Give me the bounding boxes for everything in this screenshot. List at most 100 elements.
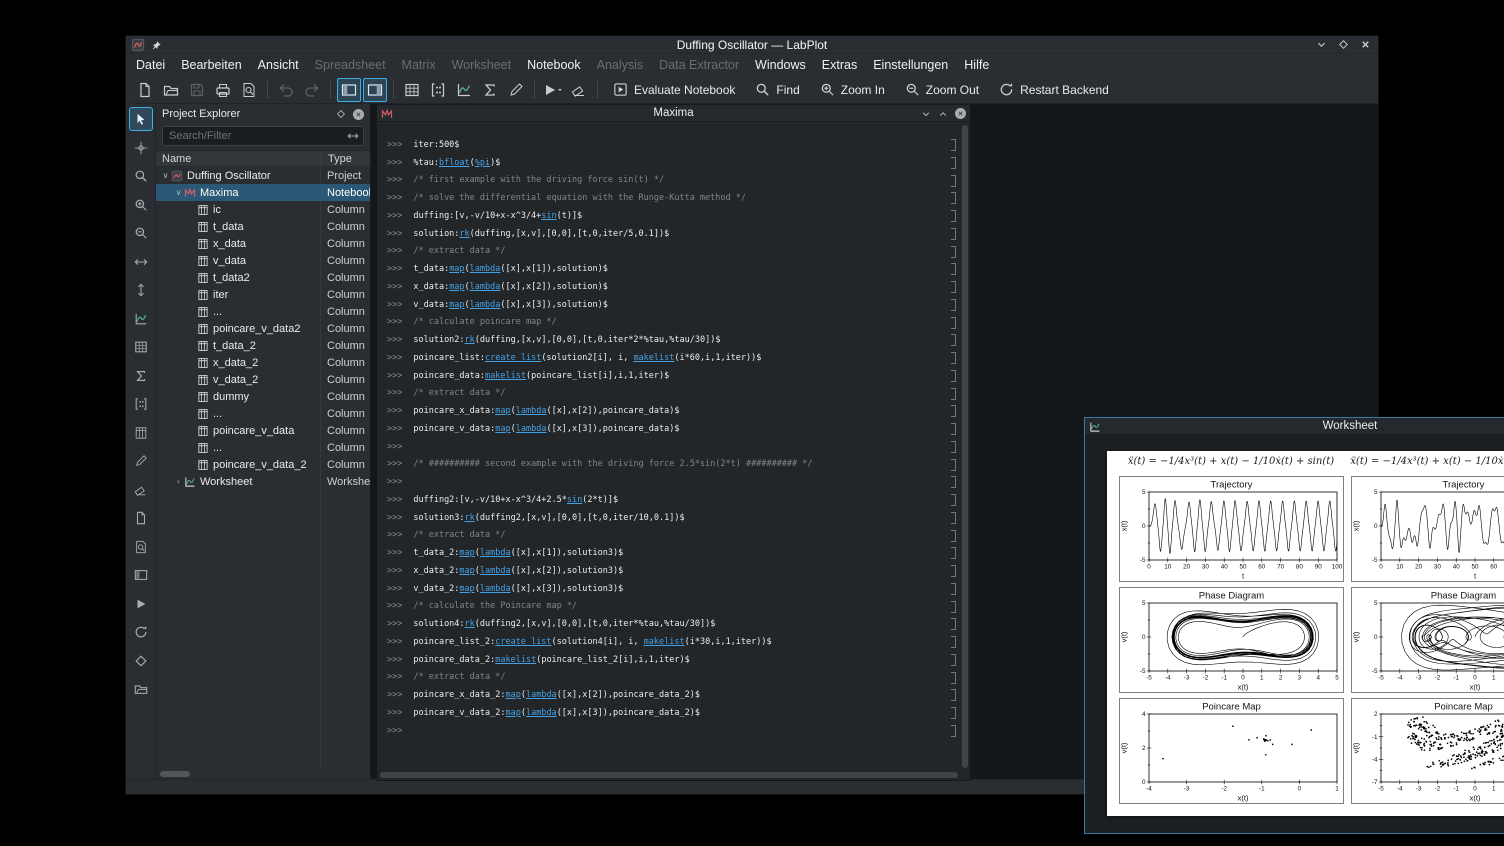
menu-matrix[interactable]: Matrix	[394, 56, 444, 74]
tool-edit-button[interactable]	[129, 449, 153, 473]
tool-refresh-button[interactable]	[129, 620, 153, 644]
tree-row-maxima[interactable]: ∨ Maxima Notebook	[156, 184, 370, 201]
titlebar[interactable]: Duffing Oscillator — LabPlot	[126, 36, 1378, 54]
notebook-entry[interactable]: >>> /* calculate poincare map */	[387, 314, 940, 332]
notebook-entry[interactable]: >>> /* calculate the Poincare map */	[387, 598, 940, 616]
print-preview-button[interactable]	[237, 78, 261, 102]
search-input[interactable]	[162, 126, 364, 146]
tool-erase-button[interactable]	[129, 478, 153, 502]
notebook-entry[interactable]: >>> t_data:map(lambda([x],x[1]),solution)…	[387, 260, 940, 278]
new-matrix-button[interactable]	[426, 78, 450, 102]
notebook-entry[interactable]: >>> duffing2:[v,-v/10+x-x^3/4+2.5*sin(2*t…	[387, 491, 940, 509]
tree-row--[interactable]: ... Column	[156, 405, 370, 422]
worksheet-page[interactable]: ẍ(t) = −1/4x³(t) + x(t) − 1/10ẋ(t) + sin…	[1107, 451, 1504, 816]
menu-einstellungen[interactable]: Einstellungen	[865, 56, 956, 74]
menu-datei[interactable]: Datei	[128, 56, 173, 74]
new-project-button[interactable]	[133, 78, 157, 102]
tree-row-dummy[interactable]: dummy Column	[156, 388, 370, 405]
notebook-entry[interactable]: >>> /* extract data */	[387, 243, 940, 261]
tool-zoom-out-button[interactable]	[129, 221, 153, 245]
notebook-entry[interactable]: >>> duffing:[v,-v/10+x-x^3/4+sin(t)]$	[387, 207, 940, 225]
erase-results-button[interactable]	[567, 78, 591, 102]
tool-dock-layout-button[interactable]	[129, 563, 153, 587]
menu-notebook[interactable]: Notebook	[519, 56, 589, 74]
undo-button[interactable]	[274, 78, 298, 102]
plot-poincare-map-3-1[interactable]: Poincare Map -4 -3 -2 -1 0 1 0 2 4 x(t) v(t)	[1119, 698, 1344, 804]
toggle-project-explorer-button[interactable]	[337, 77, 361, 102]
float-dock-button[interactable]	[336, 109, 346, 119]
tree-row-worksheet[interactable]: › Worksheet Worksheet	[156, 473, 370, 490]
tree-row-t-data-2[interactable]: t_data_2 Column	[156, 337, 370, 354]
notebook-hscrollbar[interactable]	[378, 771, 960, 779]
tree-row-poincare-v-data-2[interactable]: poincare_v_data_2 Column	[156, 456, 370, 473]
new-worksheet-button[interactable]	[452, 78, 476, 102]
notebook-entry[interactable]: >>> solution:rk(duffing,[x,v],[0,0],[t,0,…	[387, 225, 940, 243]
menu-worksheet[interactable]: Worksheet	[444, 56, 520, 74]
notebook-entry[interactable]: >>> /* extract data */	[387, 669, 940, 687]
save-project-button[interactable]	[185, 78, 209, 102]
tree-row--[interactable]: ... Column	[156, 439, 370, 456]
tool-new-matrix-button[interactable]	[129, 392, 153, 416]
tool-new-worksheet-button[interactable]	[129, 307, 153, 331]
worksheet-view[interactable]: ẍ(t) = −1/4x³(t) + x(t) − 1/10ẋ(t) + sin…	[1085, 435, 1504, 833]
notebook-entry[interactable]: >>>	[387, 473, 940, 491]
menu-windows[interactable]: Windows	[747, 56, 814, 74]
zoom-in-button[interactable]: Zoom In	[811, 78, 894, 102]
menu-data-extractor[interactable]: Data Extractor	[651, 56, 747, 74]
tree-row-t-data[interactable]: t_data Column	[156, 218, 370, 235]
notebook-entry[interactable]: >>> v_data_2:map(lambda([x],x[3]),solutio…	[387, 580, 940, 598]
tree-row--[interactable]: ... Column	[156, 303, 370, 320]
notebook-titlebar[interactable]: Maxima	[377, 105, 970, 122]
menu-bearbeiten[interactable]: Bearbeiten	[173, 56, 249, 74]
notebook-entry[interactable]: >>> /* extract data */	[387, 385, 940, 403]
plot-phase-diagram-2-2[interactable]: Phase Diagram-5-4-3-2-1012345-505x(t)v(t…	[1351, 587, 1504, 693]
menu-extras[interactable]: Extras	[814, 56, 865, 74]
toggle-properties-explorer-button[interactable]	[363, 77, 387, 102]
notebook-entry[interactable]: >>> poincare_x_data:map(lambda([x],x[2]),…	[387, 402, 940, 420]
menu-spreadsheet[interactable]: Spreadsheet	[307, 56, 394, 74]
notebook-entry[interactable]: >>> solution2:rk(duffing,[x,v],[0,0],[t,0…	[387, 331, 940, 349]
tool-new-spreadsheet-button[interactable]	[129, 335, 153, 359]
notebook-entry[interactable]: >>> poincare_list:create_list(solution2[i…	[387, 349, 940, 367]
maximize-button[interactable]	[1338, 39, 1349, 50]
notebook-entry[interactable]: >>> /* extract data */	[387, 527, 940, 545]
find-button[interactable]: Find	[746, 78, 808, 102]
tool-select-cursor-button[interactable]	[128, 107, 153, 131]
redo-button[interactable]	[300, 78, 324, 102]
notebook-vscrollbar[interactable]	[961, 123, 969, 770]
notebook-entry[interactable]: >>> poincare_x_data_2:map(lambda([x],x[2]…	[387, 686, 940, 704]
minimize-button[interactable]	[1316, 39, 1327, 50]
plot-trajectory-1-1[interactable]: Trajectory 0 10 20 30 40 50 60 70 80 90 100 -5 0 5 t x(t…	[1119, 476, 1344, 582]
plot-poincare-map-3-2[interactable]: Poincare Map-5-4-3-2-1012345-7-4-12x(t)v…	[1351, 698, 1504, 804]
filter-options-icon[interactable]	[347, 130, 359, 142]
notebook-entry[interactable]: >>> iter:500$	[387, 136, 940, 154]
tool-crosshair-button[interactable]	[129, 136, 153, 160]
tree-row-poincare-v-data2[interactable]: poincare_v_data2 Column	[156, 320, 370, 337]
notebook-entry[interactable]: >>> v_data:map(lambda([x],x[3]),solution)…	[387, 296, 940, 314]
tool-new-column-button[interactable]	[129, 421, 153, 445]
tree-row-x-data-2[interactable]: x_data_2 Column	[156, 354, 370, 371]
notebook-entry[interactable]: >>> %tau:bfloat(%pi)$	[387, 154, 940, 172]
expand-arrow-icon[interactable]: ∨	[160, 171, 171, 180]
tree-row-x-data[interactable]: x_data Column	[156, 235, 370, 252]
tool-new-notebook-button[interactable]	[129, 364, 153, 388]
menu-ansicht[interactable]: Ansicht	[250, 56, 307, 74]
expand-arrow-icon[interactable]: ∨	[173, 188, 184, 197]
tool-zoom-in-button[interactable]	[129, 193, 153, 217]
tool-zoom-x-button[interactable]	[129, 250, 153, 274]
tree-row-ic[interactable]: ic Column	[156, 201, 370, 218]
new-notebook-button[interactable]	[478, 78, 502, 102]
notebook-entry[interactable]: >>> poincare_data_2:makelist(poincare_lis…	[387, 651, 940, 669]
notebook-entry[interactable]: >>> poincare_v_data:map(lambda([x],x[3]),…	[387, 420, 940, 438]
tree-row-duffing-oscillator[interactable]: ∨ Duffing Oscillator Project	[156, 167, 370, 184]
tree-header[interactable]: Name Type	[156, 150, 370, 167]
notebook-maximize-button[interactable]	[938, 109, 948, 119]
close-dock-button[interactable]	[353, 108, 364, 120]
notebook-entry[interactable]: >>> /* first example with the driving for…	[387, 172, 940, 190]
notebook-entry[interactable]: >>> solution4:rk(duffing2,[x,v],[0,0],[t,…	[387, 615, 940, 633]
column-header-name[interactable]: Name	[156, 153, 321, 165]
notebook-entry[interactable]: >>> poincare_data:makelist(poincare_list[…	[387, 367, 940, 385]
notebook-close-button[interactable]	[955, 108, 966, 119]
tool-preview-button[interactable]	[129, 535, 153, 559]
print-button[interactable]	[211, 78, 235, 102]
